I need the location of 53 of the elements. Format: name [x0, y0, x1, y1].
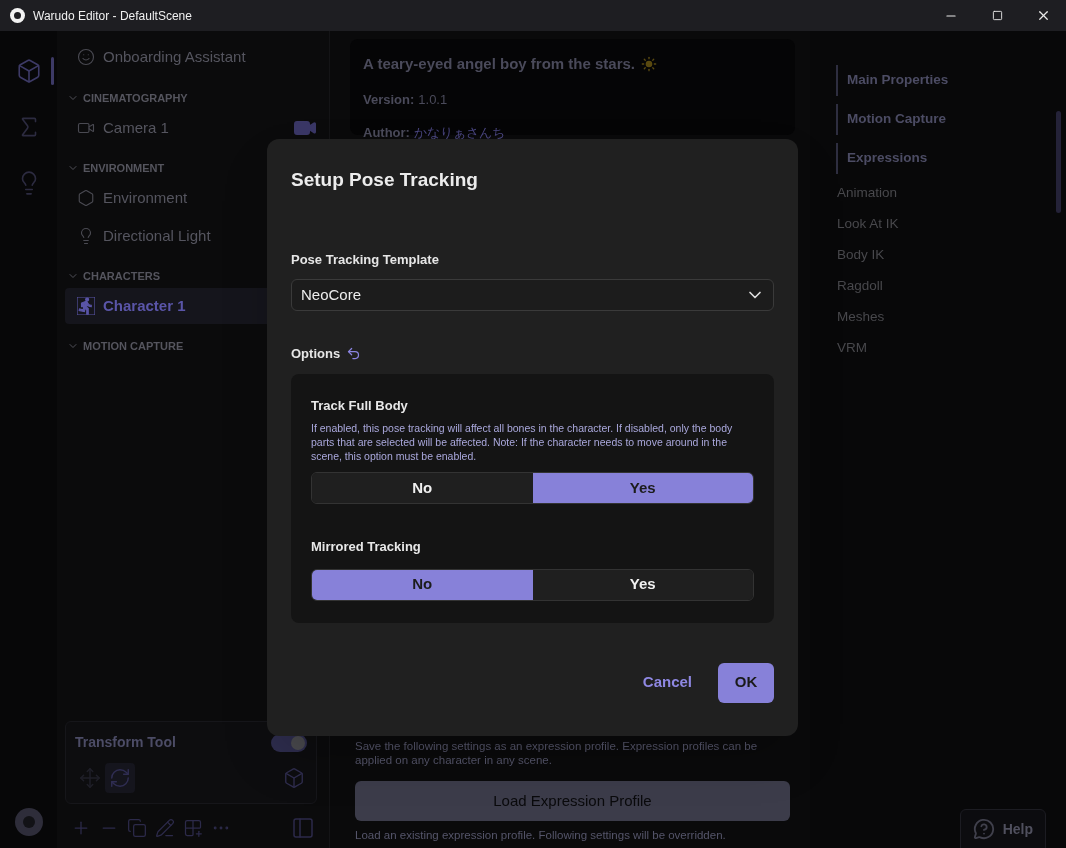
outline-item[interactable]: Ragdoll — [836, 271, 1066, 302]
ok-button[interactable]: OK — [718, 662, 774, 703]
cancel-button[interactable]: Cancel — [642, 671, 692, 694]
sidebar-item[interactable]: Camera 1 — [65, 110, 329, 146]
rotate-icon[interactable] — [105, 763, 135, 793]
section-header: CHARACTERS — [83, 268, 160, 284]
pencil-icon[interactable] — [155, 818, 175, 838]
hexagon-icon — [77, 189, 95, 207]
version-label: Version: — [363, 90, 415, 109]
grid-plus-icon[interactable] — [183, 818, 203, 838]
maximize-icon[interactable] — [991, 10, 1003, 21]
cube-icon[interactable] — [15, 58, 42, 84]
author-label: Author: — [363, 124, 410, 142]
help-icon — [972, 818, 995, 840]
author-link[interactable]: かなりぁさんち — [413, 123, 505, 143]
section-header: CINEMATOGRAPHY — [83, 90, 188, 106]
dialog-title: Setup Pose Tracking — [291, 168, 479, 192]
section-header: MOTION CAPTURE — [83, 338, 184, 354]
transform-tool-title: Transform Tool — [75, 733, 176, 752]
choice-segment[interactable]: Yes — [532, 473, 753, 503]
outline-item[interactable]: Look At IK — [836, 209, 1066, 240]
logo-icon[interactable] — [14, 808, 43, 836]
cube-icon[interactable] — [283, 767, 305, 789]
option-title: Mirrored Tracking — [311, 538, 422, 556]
outline-item[interactable]: Main Properties — [836, 65, 1066, 96]
help-button[interactable]: Help — [959, 809, 1046, 848]
selection-indicator — [51, 57, 54, 85]
smiley-icon — [77, 48, 95, 66]
sidebar-item[interactable]: Onboarding Assistant — [65, 38, 329, 76]
outline-item[interactable]: Animation — [836, 178, 1066, 209]
outline-item[interactable]: VRM — [836, 333, 1066, 364]
save-description: Save the following settings as an expression profile. Expression profiles can be applied on any character in any scene. — [355, 739, 759, 767]
version-value: 1.0.1 — [418, 90, 448, 109]
outline-item[interactable]: Meshes — [836, 302, 1066, 333]
choice-segment[interactable]: No — [312, 569, 533, 600]
copy-icon[interactable] — [127, 818, 147, 838]
app-logo-icon — [10, 8, 25, 23]
template-dropdown[interactable]: NeoCore — [291, 279, 774, 311]
undo-icon[interactable] — [346, 346, 362, 362]
scrollbar[interactable] — [1056, 111, 1061, 213]
options-label: Options — [291, 345, 341, 363]
running-figure-icon — [77, 297, 95, 315]
section-header: ENVIRONMENT — [83, 160, 165, 176]
panel-icon[interactable] — [291, 816, 315, 840]
option-title: Track Full Body — [311, 396, 409, 415]
load-description: Load an existing expression profile. Following settings will be overridden. — [355, 828, 727, 842]
outline-item[interactable]: Body IK — [836, 240, 1066, 271]
choice-segment[interactable]: No — [312, 473, 533, 503]
character-description: A teary-eyed angel boy from the stars. — [363, 54, 636, 74]
window-title: Warudo Editor - DefaultScene — [33, 7, 192, 25]
choice-segment[interactable]: Yes — [532, 569, 753, 600]
option-description: If enabled, this pose tracking will affect all bones in the character. If disabled, only the body parts that are selected will be affected. Note: If the character needs to move around in the scene, this option must be enabled. — [311, 421, 734, 463]
load-profile-button[interactable]: Load Expression Profile — [355, 781, 790, 821]
